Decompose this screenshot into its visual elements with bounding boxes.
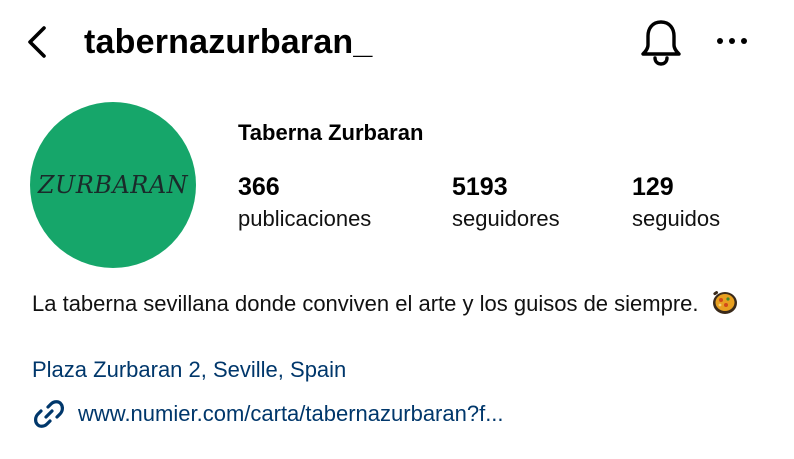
bio-text: La taberna sevillana donde conviven el a… xyxy=(32,291,699,316)
more-options-button[interactable] xyxy=(712,26,752,56)
profile-avatar[interactable]: ZURBARAN xyxy=(30,102,196,268)
stat-posts[interactable]: 366 publicaciones xyxy=(238,170,371,234)
stat-followers[interactable]: 5193 seguidores xyxy=(452,170,560,234)
stat-followers-count: 5193 xyxy=(452,173,508,201)
avatar-logo: ZURBARAN xyxy=(37,171,189,199)
website-url: www.numier.com/carta/tabernazurbaran?f..… xyxy=(78,401,504,426)
stat-posts-count: 366 xyxy=(238,173,280,201)
stat-following-label: seguidos xyxy=(632,206,721,231)
top-navigation-bar: tabernazurbaran_ xyxy=(0,0,794,86)
stat-following-count: 129 xyxy=(632,173,674,201)
chevron-left-icon xyxy=(28,26,46,58)
location-link[interactable]: Plaza Zurbaran 2, Seville, Spain xyxy=(32,354,346,386)
more-horizontal-icon xyxy=(717,38,747,44)
profile-bio: La taberna sevillana donde conviven el a… xyxy=(32,288,772,319)
bell-icon xyxy=(641,20,681,66)
profile-username: tabernazurbaran_ xyxy=(84,23,373,61)
website-link[interactable]: www.numier.com/carta/tabernazurbaran?f..… xyxy=(32,394,504,434)
stat-posts-label: publicaciones xyxy=(238,206,372,231)
link-icon xyxy=(34,400,64,428)
stat-following[interactable]: 129 seguidos xyxy=(632,170,720,234)
profile-display-name: Taberna Zurbaran xyxy=(238,120,424,145)
paella-pan-icon xyxy=(712,291,737,314)
back-button[interactable] xyxy=(22,22,56,62)
stat-followers-label: seguidores xyxy=(452,206,560,231)
notifications-button[interactable] xyxy=(636,16,686,68)
